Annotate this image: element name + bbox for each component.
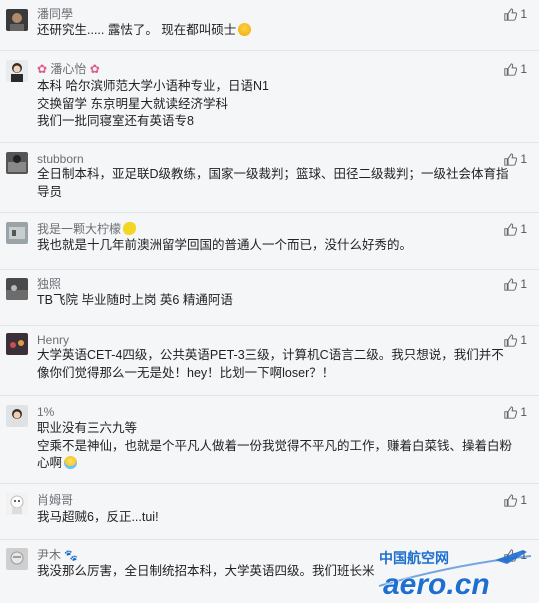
comment-item: stubborn 全日制本科，亚足联D级教练，国家一级裁判；篮球、田径二级裁判；… [0,142,539,213]
comment-item: 我是一颗大柠檬 我也就是十几年前澳洲留学回国的普通人一个而已，没什么好秀的。 1 [0,212,539,270]
like-button[interactable]: 1 [504,152,527,166]
watermark-cn: 中国航空网 [379,550,449,566]
avatar[interactable] [6,278,28,300]
like-count: 1 [520,405,527,419]
comment-text: TB飞院 毕业随时上岗 英6 精通阿语 [37,292,512,310]
avatar[interactable] [6,333,28,355]
like-button[interactable]: 1 [504,333,527,347]
thumbs-up-icon [504,493,518,507]
avatar[interactable] [6,9,28,31]
thumbs-up-icon [504,405,518,419]
airplane-logo-icon: 中国航空网 aero.cn [378,550,532,602]
username-text: 潘心怡 [50,62,87,76]
avatar[interactable] [6,60,28,82]
comment-item: ✿ 潘心怡 ✿ 本科 哈尔滨师范大学小语种专业，日语N1 交换留学 东京明星大就… [0,50,539,143]
comment-line: 全日制本科，亚足联D级教练，国家一级裁判；篮球、田径二级裁判；一级社会体育指导员 [37,167,509,199]
comment-line: 本科 哈尔滨师范大学小语种专业，日语N1 [37,79,269,93]
aero-cn-watermark: 中国航空网 aero.cn [375,546,535,602]
comment-text: 全日制本科，亚足联D级教练，国家一级裁判；篮球、田径二级裁判；一级社会体育指导员 [37,166,512,201]
thumbs-up-icon [504,222,518,236]
username[interactable]: 独照 [37,277,61,291]
lemon-icon [123,222,137,235]
like-count: 1 [520,222,527,236]
avatar[interactable] [6,548,28,570]
thumbs-up-icon [504,277,518,291]
like-count: 1 [520,7,527,21]
comment-line: 交换留学 东京明星大就读经济学科 [37,96,228,111]
comment-line: TB飞院 毕业随时上岗 英6 精通阿语 [37,293,233,307]
avatar[interactable] [6,405,28,427]
comment-text: 还研究生..... 露怯了。 现在都叫硕士 [37,22,512,40]
grin-emoji-icon [238,23,252,36]
thumbs-up-icon [504,7,518,21]
comment-text: 我马超贼6，反正...tui! [37,509,512,527]
like-button[interactable]: 1 [504,277,527,291]
like-button[interactable]: 1 [504,62,527,76]
user-photo-icon [6,333,28,355]
user-photo-icon [6,152,28,174]
like-button[interactable]: 1 [504,493,527,507]
comment-text: 职业没有三六九等 空乘不是神仙，也就是个平凡人做着一份我觉得不平凡的工作，赚着白… [37,420,512,473]
like-button[interactable]: 1 [504,405,527,419]
user-photo-icon [6,405,28,427]
comment-item: 1% 职业没有三六九等 空乘不是神仙，也就是个平凡人做着一份我觉得不平凡的工作，… [0,395,539,484]
comment-line: 还研究生..... 露怯了。 现在都叫硕士 [37,23,237,37]
like-button[interactable]: 1 [504,222,527,236]
like-count: 1 [520,277,527,291]
comment-line: 空乘不是神仙，也就是个平凡人做着一份我觉得不平凡的工作，赚着白菜钱、操着白粉心啊 [37,438,513,471]
username[interactable]: stubborn [37,152,84,166]
avatar[interactable] [6,493,28,515]
comment-item: 肖姆哥 我马超贼6，反正...tui! 1 [0,483,539,540]
thumbs-up-icon [504,152,518,166]
comment-item: Henry 大学英语CET-4四级，公共英语PET-3三级，计算机C语言二级。我… [0,325,539,396]
like-count: 1 [520,493,527,507]
comment-feed: 潘同學 还研究生..... 露怯了。 现在都叫硕士 1 ✿ 潘心怡 ✿ 本科 哈… [0,0,539,600]
comment-line: 我们一批同寝室还有英语专8 [37,114,194,128]
tears-emoji-icon [64,456,78,469]
comment-item: 潘同學 还研究生..... 露怯了。 现在都叫硕士 1 [0,0,539,51]
comment-line: 我也就是十几年前澳洲留学回国的普通人一个而已，没什么好秀的。 [37,238,413,252]
comment-text: 大学英语CET-4四级，公共英语PET-3三级，计算机C语言二级。我只想说，我们… [37,347,512,382]
like-count: 1 [520,152,527,166]
username[interactable]: 潘同學 [37,7,73,21]
comment-text: 我也就是十几年前澳洲留学回国的普通人一个而已，没什么好秀的。 [37,237,512,255]
watermark-en: aero.cn [383,568,490,598]
avatar[interactable] [6,222,28,244]
username[interactable]: 1% [37,405,54,419]
avatar[interactable] [6,152,28,174]
paw-icon: 🐾 [64,550,79,562]
username[interactable]: 我是一颗大柠檬 [37,222,137,236]
thumbs-up-icon [504,62,518,76]
flower-icon: ✿ [37,62,48,76]
username[interactable]: 尹木 🐾 [37,548,78,563]
user-photo-icon [6,278,28,300]
like-button[interactable]: 1 [504,7,527,21]
user-photo-icon [6,9,28,31]
comment-line: 职业没有三六九等 [37,421,138,435]
user-photo-icon [6,548,28,570]
user-photo-icon [6,60,28,82]
like-count: 1 [520,333,527,347]
username[interactable]: ✿ 潘心怡 ✿ [37,62,100,76]
comment-item: 独照 TB飞院 毕业随时上岗 英6 精通阿语 1 [0,269,539,326]
user-photo-icon [6,222,28,244]
like-count: 1 [520,62,527,76]
comment-line: 大学英语CET-4四级，公共英语PET-3三级，计算机C语言二级。我只想说，我们… [37,348,504,380]
user-photo-icon [6,493,28,515]
username[interactable]: 肖姆哥 [37,493,73,507]
username-text: 我是一颗大柠檬 [37,222,122,236]
flower-icon: ✿ [89,62,100,76]
comment-line: 我马超贼6，反正...tui! [37,510,159,524]
username-text: 尹木 [37,548,62,562]
thumbs-up-icon [504,333,518,347]
username[interactable]: Henry [37,333,69,347]
comment-text: 本科 哈尔滨师范大学小语种专业，日语N1 交换留学 东京明星大就读经济学科 我们… [37,78,512,131]
